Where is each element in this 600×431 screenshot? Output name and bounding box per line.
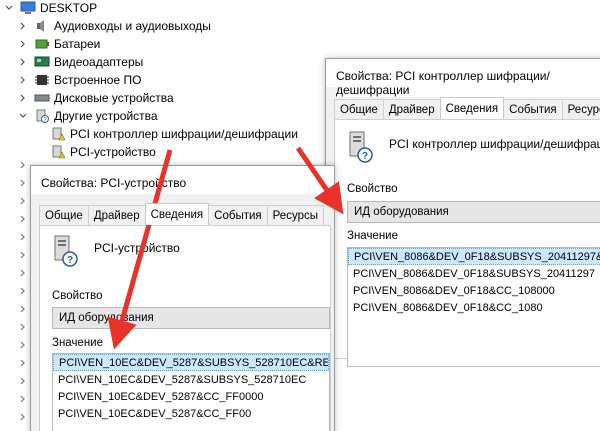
property-select[interactable]: ИД оборудования <box>52 307 330 329</box>
tab-events[interactable]: События <box>503 99 563 119</box>
battery-icon <box>34 37 50 51</box>
properties-dialog-pci-device: Свойства: PCI-устройство Общие Драйвер С… <box>30 165 335 431</box>
tree-item-label: Видеоадаптеры <box>54 55 144 69</box>
firmware-icon <box>34 73 50 87</box>
list-item[interactable]: PCI\VEN_10EC&DEV_5287&SUBSYS_528710EC <box>53 371 329 388</box>
tree-item-label: Другие устройства <box>54 109 158 123</box>
warning-device-icon <box>50 145 66 159</box>
unknown-device-icon: ? <box>34 109 50 124</box>
chevron-right-icon[interactable] <box>18 160 28 170</box>
list-item[interactable]: PCI\VEN_10EC&DEV_5287&CC_FF00 <box>53 405 329 422</box>
list-item[interactable]: PCI\VEN_10EC&DEV_5287&SUBSYS_528710EC&RE… <box>53 354 329 371</box>
chevron-right-icon[interactable] <box>18 21 28 31</box>
chevron-right-icon[interactable] <box>18 412 28 422</box>
tab-bar: Общие Драйвер Сведения События Ресурсы <box>39 203 324 225</box>
property-label: Свойство <box>52 290 103 302</box>
list-item[interactable]: PCI\VEN_8086&DEV_0F18&SUBSYS_20411297 <box>348 265 600 282</box>
device-name: PCI контроллер шифрации/дешифрации <box>389 137 600 151</box>
tree-item-disk-drives[interactable]: Дисковые устройства <box>18 89 174 107</box>
tab-details[interactable]: Сведения <box>439 97 505 119</box>
chevron-right-icon[interactable] <box>18 214 28 224</box>
tab-general[interactable]: Общие <box>334 99 384 119</box>
chevron-right-icon[interactable] <box>18 340 28 350</box>
list-item[interactable]: PCI\VEN_10EC&DEV_5287&CC_FF0000 <box>53 388 329 405</box>
tree-item-label: Аудиовходы и аудиовыходы <box>54 19 211 33</box>
list-item[interactable]: PCI\VEN_8086&DEV_0F18&CC_1080 <box>348 299 600 316</box>
chevron-down-icon[interactable] <box>18 111 28 121</box>
chevron-right-icon[interactable] <box>18 322 28 332</box>
svg-text:?: ? <box>362 151 368 162</box>
tab-driver[interactable]: Драйвер <box>87 205 146 225</box>
chevron-right-icon[interactable] <box>18 394 28 404</box>
chevron-right-icon[interactable] <box>18 75 28 85</box>
tree-item-display-adapters[interactable]: Видеоадаптеры <box>18 53 143 71</box>
value-label: Значение <box>52 337 103 349</box>
chevron-right-icon[interactable] <box>18 178 28 188</box>
tab-driver[interactable]: Драйвер <box>382 99 441 119</box>
tab-events[interactable]: События <box>208 205 268 225</box>
chevron-right-icon[interactable] <box>18 57 28 67</box>
chevron-right-icon[interactable] <box>18 358 28 368</box>
chevron-right-icon[interactable] <box>18 376 28 386</box>
tree-item-pci-crypto-controller[interactable]: PCI контроллер шифрации/дешифрации <box>44 125 298 143</box>
warning-device-icon <box>50 127 66 141</box>
value-list[interactable]: PCI\VEN_10EC&DEV_5287&SUBSYS_528710EC&RE… <box>52 353 330 431</box>
display-adapter-icon <box>34 55 50 69</box>
list-item[interactable]: PCI\VEN_8086&DEV_0F18&CC_108000 <box>348 282 600 299</box>
chevron-right-icon[interactable] <box>18 232 28 242</box>
tree-root[interactable]: DESKTOP <box>4 0 97 17</box>
tree-item-label: PCI контроллер шифрации/дешифрации <box>70 127 298 141</box>
chevron-right-icon[interactable] <box>18 196 28 206</box>
dialog-title: Свойства: PCI контроллер шифрации/дешифр… <box>336 69 600 97</box>
tree-item-pci-device[interactable]: PCI-устройство <box>44 143 156 161</box>
device-name: PCI-устройство <box>94 241 180 255</box>
chevron-right-icon[interactable] <box>18 39 28 49</box>
tree-item-batteries[interactable]: Батареи <box>18 35 100 53</box>
value-list[interactable]: PCI\VEN_8086&DEV_0F18&SUBSYS_20411297&R … <box>347 247 600 367</box>
list-item[interactable]: PCI\VEN_8086&DEV_0F18&SUBSYS_20411297&R <box>348 248 600 265</box>
svg-text:?: ? <box>67 255 73 266</box>
tree-item-other-devices[interactable]: ? Другие устройства <box>18 107 158 125</box>
tab-bar: Общие Драйвер Сведения События Ресурсы <box>334 97 600 119</box>
unknown-device-icon: ? <box>347 130 373 164</box>
tab-panel-details: ? PCI-устройство Свойство ИД оборудовани… <box>39 225 331 431</box>
tab-resources[interactable]: Ресурсы <box>266 205 324 225</box>
property-select[interactable]: ИД оборудования <box>347 201 600 223</box>
chevron-right-icon[interactable] <box>18 250 28 260</box>
tree-item-firmware[interactable]: Встроенное ПО <box>18 71 141 89</box>
dialog-title: Свойства: PCI-устройство <box>41 176 187 190</box>
speaker-icon <box>34 19 50 33</box>
chevron-down-icon[interactable] <box>4 3 14 13</box>
tab-resources[interactable]: Ресурсы <box>561 99 600 119</box>
unknown-device-icon: ? <box>52 234 78 268</box>
tree-item-label: PCI-устройство <box>70 145 156 159</box>
chevron-right-icon[interactable] <box>18 304 28 314</box>
computer-icon <box>20 1 36 15</box>
tree-root-label: DESKTOP <box>40 1 98 15</box>
property-label: Свойство <box>347 183 398 195</box>
chevron-right-icon[interactable] <box>18 268 28 278</box>
tree-item-audio[interactable]: Аудиовходы и аудиовыходы <box>18 17 211 35</box>
value-label: Значение <box>347 230 398 242</box>
disk-drive-icon <box>34 91 50 105</box>
chevron-right-icon[interactable] <box>18 286 28 296</box>
tab-details[interactable]: Сведения <box>144 203 210 225</box>
tree-item-label: Встроенное ПО <box>54 73 142 87</box>
properties-dialog-crypto-controller: Свойства: PCI контроллер шифрации/дешифр… <box>325 58 600 367</box>
chevron-right-icon[interactable] <box>18 93 28 103</box>
tab-panel-details: ? PCI контроллер шифрации/дешифрации Сво… <box>334 119 600 367</box>
tree-item-label: Дисковые устройства <box>54 91 174 105</box>
tree-item-label: Батареи <box>54 37 101 51</box>
tab-general[interactable]: Общие <box>39 205 89 225</box>
